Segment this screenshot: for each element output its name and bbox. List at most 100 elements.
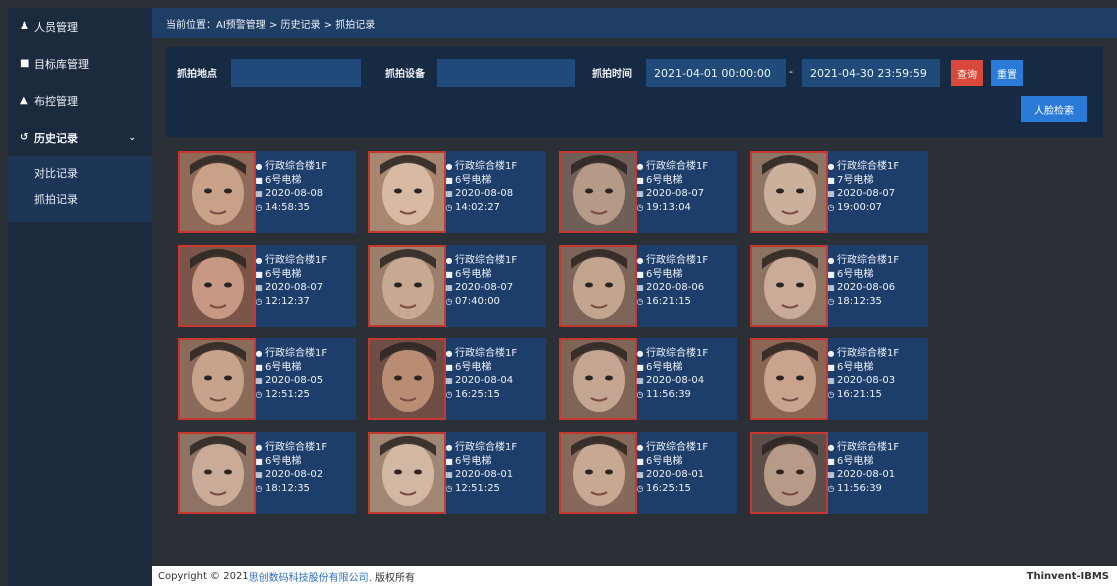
- calendar-icon: ▦: [827, 283, 835, 292]
- face-snapshot[interactable]: [368, 245, 446, 327]
- face-search-button[interactable]: 人脸检索: [1021, 96, 1087, 122]
- footer: Copyright © 2021 思创数码科技股份有限公司 . 版权所有 Thi…: [152, 566, 1117, 586]
- record-location: 行政综合楼1F: [265, 442, 328, 453]
- location-pin-icon: ●: [827, 443, 835, 452]
- record-device: 6号电梯: [455, 174, 492, 186]
- record-location-row: ● 行政综合楼1F: [826, 441, 900, 455]
- face-snapshot[interactable]: [750, 338, 828, 420]
- face-snapshot[interactable]: [368, 151, 446, 233]
- capture-record-card[interactable]: ● 行政综合楼1F ■ 6号电梯 ▦ 2020-08-05 ◷ 12:51:25: [178, 338, 356, 420]
- record-location-row: ● 行政综合楼1F: [635, 254, 709, 268]
- query-button[interactable]: 查询: [951, 60, 983, 86]
- camera-icon: ■: [636, 362, 644, 372]
- sidebar-item-label: 布控管理: [34, 94, 78, 108]
- record-info: ● 行政综合楼1F ■ 6号电梯 ▦ 2020-08-01 ◷ 16:25:15: [635, 441, 708, 495]
- capture-record-card[interactable]: ● 行政综合楼1F ■ 6号电梯 ▦ 2020-08-02 ◷ 18:12:35: [178, 432, 356, 514]
- record-location-row: ● 行政综合楼1F: [254, 347, 328, 361]
- record-device: 6号电梯: [265, 268, 302, 280]
- location-pin-icon: ●: [827, 162, 835, 171]
- clock-icon: ◷: [827, 483, 835, 493]
- capture-record-card[interactable]: ● 行政综合楼1F ■ 6号电梯 ▦ 2020-08-01 ◷ 16:25:15: [559, 432, 737, 514]
- capture-record-card[interactable]: ● 行政综合楼1F ■ 6号电梯 ▦ 2020-08-08 ◷ 14:58:35: [178, 151, 356, 233]
- record-location: 行政综合楼1F: [455, 161, 518, 172]
- record-device: 6号电梯: [455, 268, 492, 280]
- record-device-row: ■ 6号电梯: [635, 174, 708, 188]
- reset-button[interactable]: 重置: [991, 60, 1023, 86]
- subitem-label: 对比记录: [34, 167, 78, 180]
- face-snapshot[interactable]: [750, 432, 828, 514]
- face-snapshot[interactable]: [559, 432, 637, 514]
- calendar-icon: ▦: [445, 470, 453, 479]
- location-label: 抓拍地点: [177, 69, 217, 80]
- location-input[interactable]: [231, 59, 361, 87]
- clock-icon: ◷: [636, 483, 644, 493]
- face-snapshot[interactable]: [178, 151, 256, 233]
- record-date: 2020-08-06: [837, 282, 896, 293]
- face-snapshot[interactable]: [750, 151, 828, 233]
- calendar-icon: ▦: [636, 376, 644, 385]
- record-location: 行政综合楼1F: [265, 348, 328, 359]
- face-snapshot[interactable]: [750, 245, 828, 327]
- record-device-row: ■ 6号电梯: [826, 361, 899, 375]
- device-input[interactable]: [437, 59, 575, 87]
- face-snapshot[interactable]: [178, 338, 256, 420]
- capture-record-card[interactable]: ● 行政综合楼1F ■ 6号电梯 ▦ 2020-08-04 ◷ 16:25:15: [368, 338, 546, 420]
- face-snapshot[interactable]: [178, 432, 256, 514]
- capture-record-card[interactable]: ● 行政综合楼1F ■ 6号电梯 ▦ 2020-08-06 ◷ 16:21:15: [559, 245, 737, 327]
- calendar-icon: ▦: [636, 470, 644, 479]
- record-time-row: ◷ 12:12:37: [254, 295, 327, 309]
- face-snapshot[interactable]: [368, 432, 446, 514]
- calendar-icon: ▦: [827, 189, 835, 198]
- record-device: 6号电梯: [455, 361, 492, 373]
- location-pin-icon: ●: [255, 349, 263, 358]
- company-link[interactable]: 思创数码科技股份有限公司: [249, 569, 369, 584]
- face-snapshot[interactable]: [559, 245, 637, 327]
- capture-record-card[interactable]: ● 行政综合楼1F ■ 6号电梯 ▦ 2020-08-07 ◷ 07:40:00: [368, 245, 546, 327]
- sidebar-subitem-capture-records[interactable]: 抓拍记录: [8, 186, 152, 212]
- record-location: 行政综合楼1F: [837, 255, 900, 266]
- clock-icon: ◷: [445, 483, 453, 493]
- start-time-input[interactable]: 2021-04-01 00:00:00: [646, 59, 786, 87]
- record-device-row: ■ 6号电梯: [444, 361, 517, 375]
- capture-record-card[interactable]: ● 行政综合楼1F ■ 6号电梯 ▦ 2020-08-07 ◷ 19:13:04: [559, 151, 737, 233]
- sidebar-item-history[interactable]: ↺ 历史记录 ⌄: [8, 119, 152, 156]
- sidebar-item-surveillance[interactable]: ▲ 布控管理: [8, 82, 152, 119]
- capture-record-card[interactable]: ● 行政综合楼1F ■ 6号电梯 ▦ 2020-08-04 ◷ 11:56:39: [559, 338, 737, 420]
- record-time-row: ◷ 16:21:15: [635, 295, 708, 309]
- capture-record-card[interactable]: ● 行政综合楼1F ■ 6号电梯 ▦ 2020-08-07 ◷ 12:12:37: [178, 245, 356, 327]
- scrollbar[interactable]: [1110, 38, 1117, 566]
- record-location: 行政综合楼1F: [265, 161, 328, 172]
- record-time: 14:02:27: [455, 201, 500, 213]
- camera-icon: ■: [636, 175, 644, 185]
- face-snapshot[interactable]: [368, 338, 446, 420]
- sidebar: ♟ 人员管理 ■ 目标库管理 ▲ 布控管理 ↺ 历史记录 ⌄ 对比记录 抓拍记录: [8, 8, 152, 586]
- capture-record-card[interactable]: ● 行政综合楼1F ■ 6号电梯 ▦ 2020-08-01 ◷ 11:56:39: [750, 432, 928, 514]
- record-time-row: ◷ 19:13:04: [635, 201, 708, 215]
- record-info: ● 行政综合楼1F ■ 6号电梯 ▦ 2020-08-07 ◷ 07:40:00: [444, 254, 517, 308]
- sidebar-subitem-compare-records[interactable]: 对比记录: [8, 160, 152, 186]
- face-snapshot[interactable]: [178, 245, 256, 327]
- end-time-input[interactable]: 2021-04-30 23:59:59: [802, 59, 940, 87]
- calendar-icon: ▦: [255, 470, 263, 479]
- capture-record-card[interactable]: ● 行政综合楼1F ■ 6号电梯 ▦ 2020-08-03 ◷ 16:21:15: [750, 338, 928, 420]
- chevron-down-icon: ⌄: [128, 132, 136, 143]
- record-date: 2020-08-01: [646, 469, 705, 480]
- capture-record-card[interactable]: ● 行政综合楼1F ■ 6号电梯 ▦ 2020-08-01 ◷ 12:51:25: [368, 432, 546, 514]
- location-pin-icon: ●: [445, 162, 453, 171]
- location-pin-icon: ●: [445, 349, 453, 358]
- clock-icon: ◷: [255, 296, 263, 306]
- subitem-label: 抓拍记录: [34, 193, 78, 206]
- capture-record-card[interactable]: ● 行政综合楼1F ■ 6号电梯 ▦ 2020-08-08 ◷ 14:02:27: [368, 151, 546, 233]
- sidebar-item-personnel[interactable]: ♟ 人员管理: [8, 8, 152, 45]
- face-snapshot[interactable]: [559, 338, 637, 420]
- record-device: 6号电梯: [455, 455, 492, 467]
- device-label: 抓拍设备: [385, 69, 425, 80]
- sidebar-item-target-library[interactable]: ■ 目标库管理: [8, 45, 152, 82]
- record-time: 12:51:25: [265, 388, 310, 400]
- capture-record-card[interactable]: ● 行政综合楼1F ■ 7号电梯 ▦ 2020-08-07 ◷ 19:00:07: [750, 151, 928, 233]
- face-snapshot[interactable]: [559, 151, 637, 233]
- capture-record-card[interactable]: ● 行政综合楼1F ■ 6号电梯 ▦ 2020-08-06 ◷ 18:12:35: [750, 245, 928, 327]
- record-date: 2020-08-07: [646, 188, 705, 199]
- record-time: 16:25:15: [455, 388, 500, 400]
- record-info: ● 行政综合楼1F ■ 6号电梯 ▦ 2020-08-06 ◷ 18:12:35: [826, 254, 899, 308]
